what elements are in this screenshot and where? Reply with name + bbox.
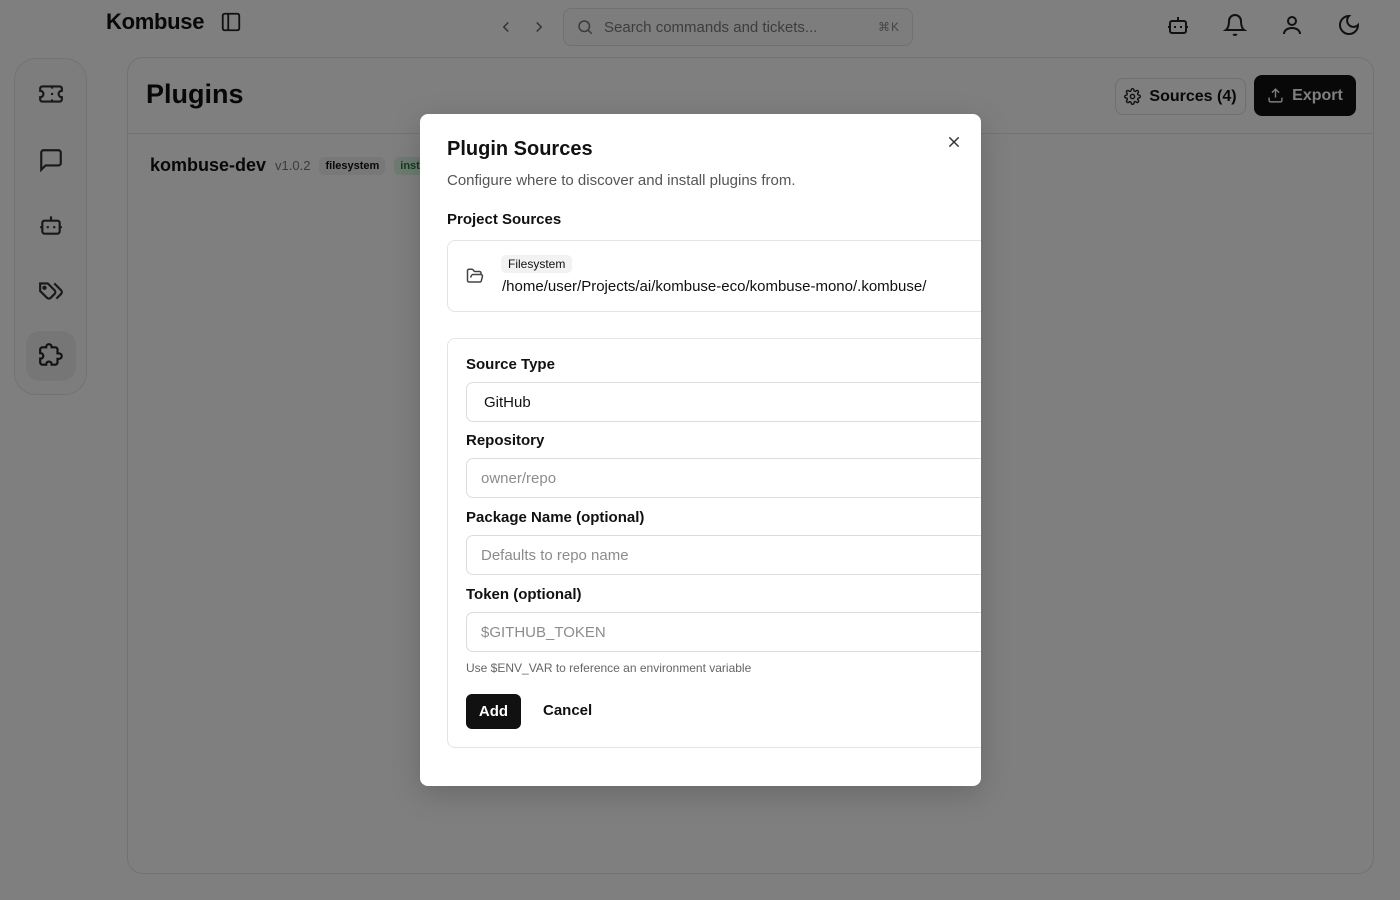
- package-name-input[interactable]: Defaults to repo name: [466, 535, 981, 575]
- source-type-select[interactable]: GitHub: [466, 382, 981, 422]
- cancel-button[interactable]: Cancel: [543, 702, 592, 719]
- token-label: Token (optional): [466, 586, 582, 603]
- repository-label: Repository: [466, 432, 545, 449]
- dialog-description: Configure where to discover and install …: [447, 172, 796, 189]
- package-name-label: Package Name (optional): [466, 509, 645, 526]
- plugin-sources-dialog: Plugin Sources Configure where to discov…: [420, 114, 981, 786]
- folder-open-icon: [466, 268, 484, 283]
- project-sources-label: Project Sources: [447, 211, 562, 228]
- dialog-title: Plugin Sources: [447, 138, 593, 160]
- add-button[interactable]: Add: [466, 694, 521, 729]
- close-icon[interactable]: [946, 134, 962, 150]
- source-type-label: Source Type: [466, 356, 555, 373]
- source-item: Filesystem /home/user/Projects/ai/kombus…: [447, 240, 981, 312]
- add-source-form: Source Type GitHub Repository owner/repo…: [447, 338, 981, 748]
- repository-input[interactable]: owner/repo: [466, 458, 981, 498]
- token-hint: Use $ENV_VAR to reference an environment…: [466, 661, 752, 675]
- token-input[interactable]: $GITHUB_TOKEN: [466, 612, 981, 652]
- source-path: /home/user/Projects/ai/kombuse-eco/kombu…: [502, 278, 927, 295]
- source-type-badge: Filesystem: [501, 255, 573, 273]
- app-window: Kombuse Search commands and tickets... ⌘…: [0, 0, 1400, 900]
